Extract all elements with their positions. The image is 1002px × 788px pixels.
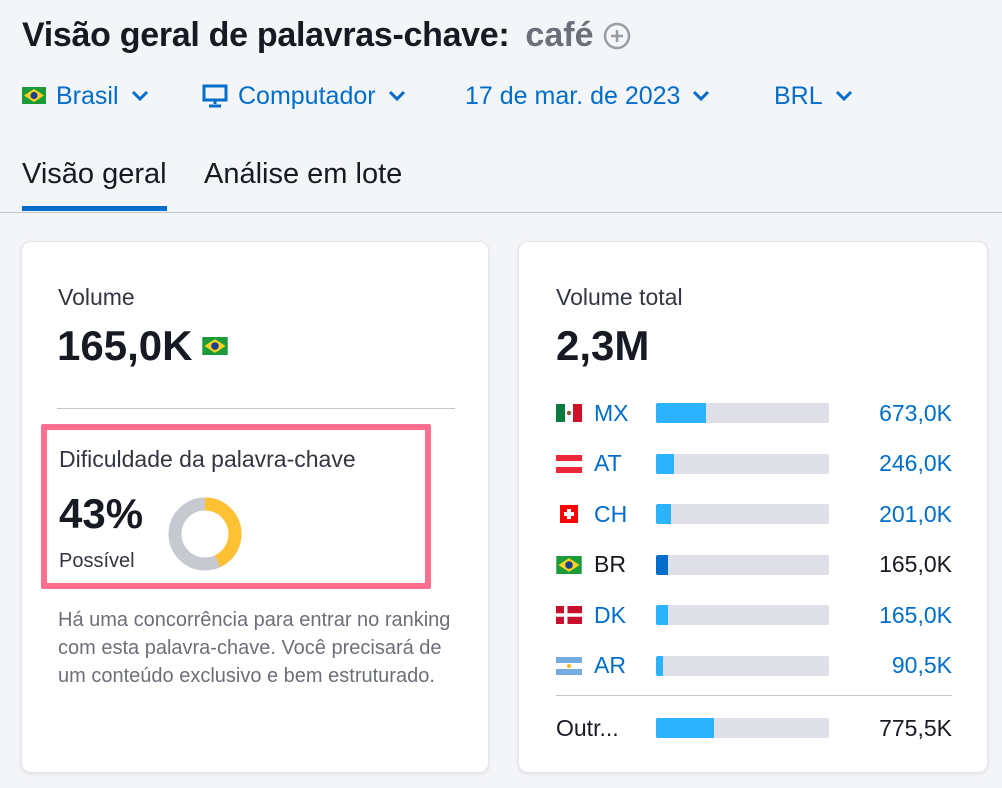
chevron-down-icon bbox=[388, 90, 406, 102]
country-volume-value[interactable]: 201,0K bbox=[879, 501, 952, 528]
keyword-difficulty-description: Há uma concorrência para entrar no ranki… bbox=[58, 609, 451, 687]
volume-share-fill bbox=[656, 554, 668, 575]
currency-filter-label: BRL bbox=[774, 81, 823, 110]
country-code: BR bbox=[594, 551, 626, 577]
country-volume-value[interactable]: 165,0K bbox=[879, 602, 952, 629]
date-filter[interactable]: 17 de mar. de 2023 bbox=[465, 82, 710, 111]
volume-label: Volume bbox=[58, 284, 135, 310]
divider bbox=[57, 408, 455, 409]
denmark-flag-icon bbox=[556, 606, 582, 624]
country-code[interactable]: DK bbox=[594, 602, 644, 629]
other-countries-value: 775,5K bbox=[879, 714, 952, 741]
device-filter-label: Computador bbox=[238, 81, 376, 110]
chevron-down-icon bbox=[131, 90, 149, 102]
country-row-ch[interactable]: CH 201,0K bbox=[556, 498, 952, 530]
country-filter[interactable]: Brasil bbox=[22, 82, 149, 111]
chevron-down-icon bbox=[692, 90, 710, 102]
country-row-br: BR 165,0K bbox=[556, 549, 952, 581]
keyword-difficulty-label: Dificuldade da palavra-chave bbox=[59, 446, 356, 472]
difficulty-donut-chart bbox=[168, 497, 242, 571]
mexico-flag-icon bbox=[556, 404, 582, 422]
volume-share-bar bbox=[656, 718, 829, 738]
argentina-flag-icon bbox=[556, 656, 582, 675]
country-filter-label: Brasil bbox=[56, 81, 119, 110]
page-header: Visão geral de palavras-chave: café bbox=[22, 16, 631, 55]
volume-share-bar bbox=[656, 605, 829, 625]
volume-share-fill bbox=[656, 655, 663, 676]
volume-value: 165,0K bbox=[57, 322, 193, 369]
country-volume-value[interactable]: 673,0K bbox=[879, 400, 952, 427]
divider bbox=[556, 695, 952, 696]
volume-share-fill bbox=[656, 718, 714, 738]
brazil-flag-icon bbox=[556, 555, 582, 574]
device-filter[interactable]: Computador bbox=[202, 82, 406, 111]
volume-value-row: 165,0K bbox=[57, 322, 229, 370]
volume-card: Volume 165,0K Dificuldade da palavra-cha… bbox=[21, 241, 489, 773]
keyword-difficulty-highlight: Dificuldade da palavra-chave 43% Possíve… bbox=[41, 424, 431, 589]
country-row-ar[interactable]: AR 90,5K bbox=[556, 650, 952, 682]
country-row-mx[interactable]: MX 673,0K bbox=[556, 397, 952, 429]
country-volume-value[interactable]: 90,5K bbox=[892, 652, 952, 679]
keyword-difficulty-value: 43% bbox=[59, 490, 144, 537]
brazil-flag-icon bbox=[22, 82, 46, 111]
country-code[interactable]: MX bbox=[594, 400, 644, 427]
tab-batch-analysis[interactable]: Análise em lote bbox=[204, 158, 402, 191]
volume-share-fill bbox=[656, 504, 671, 524]
date-filter-label: 17 de mar. de 2023 bbox=[465, 81, 681, 110]
volume-share-bar bbox=[656, 504, 829, 524]
austria-flag-icon bbox=[556, 454, 582, 473]
tab-bar: Visão geral Análise em lote bbox=[0, 150, 1002, 213]
country-volume-value: 165,0K bbox=[879, 551, 952, 577]
chevron-down-icon bbox=[835, 90, 853, 102]
country-row-other: Outr... 775,5K bbox=[556, 712, 952, 744]
monitor-icon bbox=[202, 84, 228, 108]
total-volume-card: Volume total 2,3M MX 673,0K AT 246,0K CH 201,… bbox=[518, 241, 988, 773]
switzerland-flag-icon bbox=[556, 505, 582, 523]
volume-share-bar bbox=[656, 403, 829, 423]
country-code[interactable]: AR bbox=[594, 652, 644, 679]
country-volume-value[interactable]: 246,0K bbox=[879, 450, 952, 477]
volume-share-bar bbox=[656, 453, 829, 474]
total-volume-label: Volume total bbox=[556, 284, 683, 310]
keyword-difficulty-level: Possível bbox=[59, 550, 135, 572]
country-row-dk[interactable]: DK 165,0K bbox=[556, 599, 952, 631]
add-keyword-icon[interactable] bbox=[603, 22, 631, 50]
volume-share-bar bbox=[656, 655, 829, 676]
country-row-at[interactable]: AT 246,0K bbox=[556, 448, 952, 480]
volume-share-fill bbox=[656, 403, 706, 423]
tab-overview[interactable]: Visão geral bbox=[22, 158, 167, 211]
currency-filter[interactable]: BRL bbox=[774, 82, 853, 111]
volume-share-bar bbox=[656, 554, 829, 575]
country-code[interactable]: CH bbox=[594, 501, 644, 528]
volume-share-fill bbox=[656, 453, 674, 474]
page-title: Visão geral de palavras-chave: bbox=[22, 16, 510, 54]
other-countries-label: Outr... bbox=[556, 714, 619, 741]
brazil-flag-icon bbox=[202, 337, 229, 355]
keyword-label: café bbox=[525, 16, 594, 54]
total-volume-value: 2,3M bbox=[556, 322, 650, 369]
volume-share-fill bbox=[656, 605, 668, 625]
country-code[interactable]: AT bbox=[594, 450, 644, 477]
